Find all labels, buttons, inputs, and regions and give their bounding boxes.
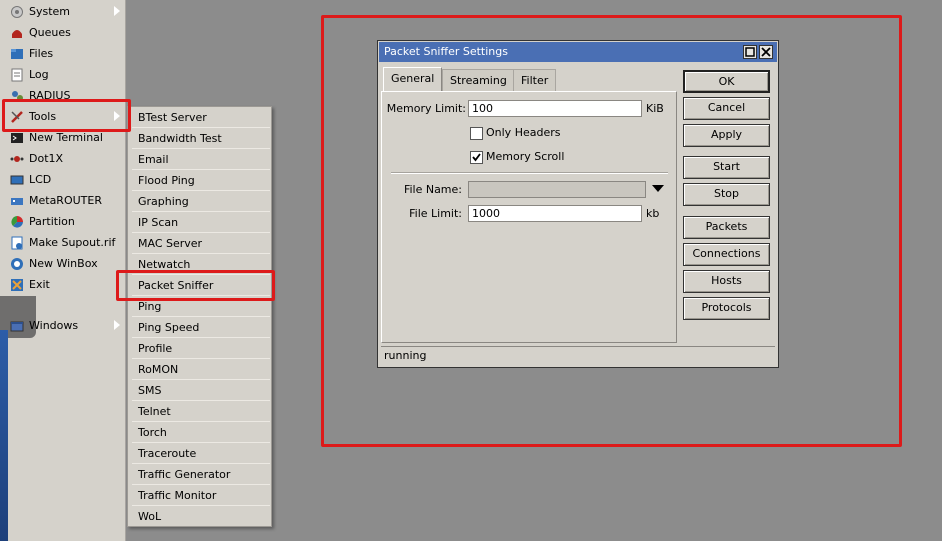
menu-item-label: Files — [29, 47, 54, 60]
submenu-arrow-icon — [114, 6, 120, 16]
menu-item-make-supout[interactable]: Make Supout.rif — [0, 232, 126, 253]
submenu-item-bandwidth-test[interactable]: Bandwidth Test — [132, 129, 270, 149]
dot1x-icon — [10, 152, 24, 166]
submenu-item-profile[interactable]: Profile — [132, 339, 270, 359]
menu-item-label: Log — [29, 68, 49, 81]
connections-button[interactable]: Connections — [683, 243, 770, 266]
close-icon[interactable] — [759, 45, 773, 59]
winbox-icon — [10, 257, 24, 271]
submenu-item-romon[interactable]: RoMON — [132, 360, 270, 380]
file-name-label: File Name: — [403, 183, 462, 196]
lcd-icon — [10, 173, 24, 187]
exit-icon — [10, 278, 24, 292]
submenu-item-graphing[interactable]: Graphing — [132, 192, 270, 212]
submenu-item-sms[interactable]: SMS — [132, 381, 270, 401]
main-menu-sidebar: System Queues Files Log RADIUS Tools New… — [0, 0, 126, 541]
system-icon — [10, 5, 24, 19]
submenu-item-traffic-generator[interactable]: Traffic Generator — [132, 465, 270, 485]
memory-scroll-label: Memory Scroll — [486, 150, 565, 163]
packet-sniffer-settings-dialog: Packet Sniffer Settings General Streamin… — [377, 40, 779, 368]
menu-item-label: New Terminal — [29, 131, 103, 144]
menu-item-log[interactable]: Log — [0, 64, 126, 85]
menu-item-label: LCD — [29, 173, 52, 186]
submenu-item-telnet[interactable]: Telnet — [132, 402, 270, 422]
hosts-button[interactable]: Hosts — [683, 270, 770, 293]
section-divider — [391, 172, 668, 174]
only-headers-checkbox[interactable] — [470, 127, 483, 140]
queues-icon — [10, 26, 24, 40]
file-limit-input[interactable]: 1000 — [468, 205, 642, 222]
menu-item-metarouter[interactable]: MetaROUTER — [0, 190, 126, 211]
memory-limit-unit: KiB — [646, 102, 664, 115]
menu-item-label: Windows — [29, 319, 79, 332]
tools-highlight-box — [2, 99, 131, 132]
desktop-strip — [0, 330, 8, 541]
cancel-button[interactable]: Cancel — [683, 97, 770, 120]
terminal-icon — [10, 131, 24, 145]
menu-item-label: Queues — [29, 26, 71, 39]
memory-limit-input[interactable]: 100 — [468, 100, 642, 117]
menu-item-label: Exit — [29, 278, 50, 291]
tab-general[interactable]: General — [383, 67, 443, 92]
metarouter-icon — [10, 194, 24, 208]
menu-item-partition[interactable]: Partition — [0, 211, 126, 232]
menu-item-queues[interactable]: Queues — [0, 22, 126, 43]
menu-item-new-winbox[interactable]: New WinBox — [0, 253, 126, 274]
file-limit-unit: kb — [646, 207, 660, 220]
dialog-titlebar[interactable]: Packet Sniffer Settings — [379, 42, 777, 62]
tab-streaming[interactable]: Streaming — [442, 69, 515, 91]
menu-item-exit[interactable]: Exit — [0, 274, 126, 295]
menu-item-label: Dot1X — [29, 152, 64, 165]
submenu-item-ip-scan[interactable]: IP Scan — [132, 213, 270, 233]
only-headers-label: Only Headers — [486, 126, 561, 139]
menu-item-windows[interactable]: Windows — [0, 315, 126, 336]
log-icon — [10, 68, 24, 82]
dropdown-arrow-icon[interactable] — [652, 185, 664, 192]
apply-button[interactable]: Apply — [683, 124, 770, 147]
tools-submenu: BTest Server Bandwidth Test Email Flood … — [127, 106, 272, 527]
stop-button[interactable]: Stop — [683, 183, 770, 206]
menu-item-label: Partition — [29, 215, 75, 228]
submenu-item-wol[interactable]: WoL — [132, 507, 270, 527]
packets-button[interactable]: Packets — [683, 216, 770, 239]
general-tab-panel: Memory Limit: 100 KiB Only Headers Memor… — [381, 91, 677, 343]
menu-item-lcd[interactable]: LCD — [0, 169, 126, 190]
submenu-item-ping-speed[interactable]: Ping Speed — [132, 318, 270, 338]
maximize-icon[interactable] — [743, 45, 757, 59]
files-icon — [10, 47, 24, 61]
protocols-button[interactable]: Protocols — [683, 297, 770, 320]
submenu-item-flood-ping[interactable]: Flood Ping — [132, 171, 270, 191]
partition-icon — [10, 215, 24, 229]
menu-item-label: Make Supout.rif — [29, 236, 116, 249]
submenu-item-btest-server[interactable]: BTest Server — [132, 108, 270, 128]
menu-item-files[interactable]: Files — [0, 43, 126, 64]
submenu-item-email[interactable]: Email — [132, 150, 270, 170]
status-bar: running — [381, 346, 775, 365]
packet-sniffer-highlight-box — [116, 270, 275, 301]
file-limit-label: File Limit: — [409, 207, 462, 220]
memory-scroll-checkbox[interactable] — [470, 151, 483, 164]
menu-item-label: System — [29, 5, 71, 18]
menu-item-label: New WinBox — [29, 257, 98, 270]
submenu-item-traffic-monitor[interactable]: Traffic Monitor — [132, 486, 270, 506]
supout-icon — [10, 236, 24, 250]
submenu-item-mac-server[interactable]: MAC Server — [132, 234, 270, 254]
menu-item-dot1x[interactable]: Dot1X — [0, 148, 126, 169]
windows-icon — [10, 319, 24, 333]
file-name-input[interactable] — [468, 181, 646, 198]
start-button[interactable]: Start — [683, 156, 770, 179]
memory-limit-label: Memory Limit: — [386, 102, 466, 115]
menu-item-system[interactable]: System — [0, 1, 126, 22]
submenu-arrow-icon — [114, 320, 120, 330]
dialog-title: Packet Sniffer Settings — [384, 45, 508, 58]
tab-filter[interactable]: Filter — [513, 69, 557, 91]
submenu-item-traceroute[interactable]: Traceroute — [132, 444, 270, 464]
menu-item-label: MetaROUTER — [29, 194, 102, 207]
ok-button[interactable]: OK — [683, 70, 770, 93]
submenu-item-torch[interactable]: Torch — [132, 423, 270, 443]
